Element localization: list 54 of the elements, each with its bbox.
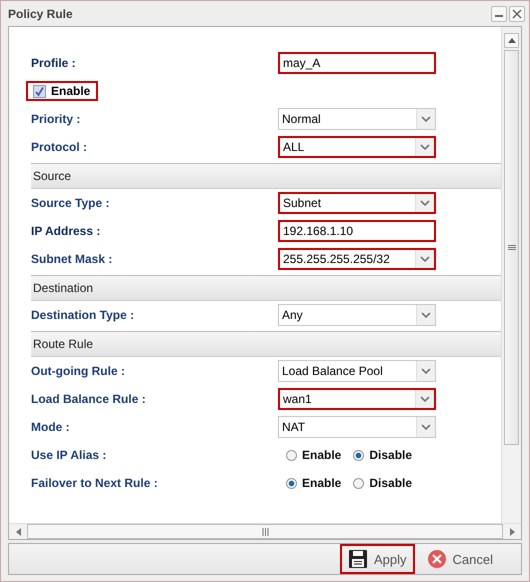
chevron-down-icon [420,200,430,206]
field-label: Protocol : [31,140,88,154]
minimize-button[interactable] [491,6,507,22]
dropdown[interactable]: ALL [278,136,436,158]
radio-option[interactable]: Enable [286,476,342,490]
field-label: Destination Type : [31,308,136,322]
field-label: IP Address : [31,224,102,238]
section-header: Route Rule [31,331,501,357]
radio-option[interactable]: Enable [286,448,342,462]
dropdown[interactable]: Any [278,304,436,326]
field-label: Out-going Rule : [31,364,126,378]
field-label: Load Balance Rule : [31,392,147,406]
window-title: Policy Rule [8,6,73,20]
field-label: Profile : [31,56,77,70]
grip-icon [262,528,268,536]
horizontal-scrollbar[interactable] [9,523,521,539]
field-label: Source Type : [31,196,110,210]
apply-button[interactable]: Apply [340,544,415,574]
field-label: Subnet Mask : [31,252,114,266]
grip-icon [508,244,516,250]
chevron-down-icon [420,396,430,402]
radio-option[interactable]: Disable [353,476,412,490]
dropdown[interactable]: NAT [278,416,436,438]
field-label: Priority : [31,112,82,126]
left-arrow-icon [16,528,20,536]
field-label: Failover to Next Rule : [31,476,159,490]
chevron-down-icon [421,424,431,430]
close-icon [512,8,522,18]
right-arrow-icon [510,528,514,536]
chevron-down-icon [420,256,430,262]
section-header: Source [31,163,501,189]
dropdown[interactable]: Subnet [278,192,436,214]
dropdown[interactable]: wan1 [278,388,436,410]
input-field[interactable]: may_A [278,52,436,74]
radio-option[interactable]: Disable [353,448,412,462]
section-header: Destination [31,275,501,301]
field-label: Use IP Alias : [31,448,108,462]
enable-checkbox[interactable]: Enable [26,81,98,101]
up-arrow-icon [508,38,516,43]
close-button[interactable] [509,6,525,22]
field-label: Mode : [31,420,71,434]
chevron-down-icon [421,116,431,122]
chevron-down-icon [420,144,430,150]
dropdown[interactable]: Normal [278,108,436,130]
dropdown[interactable]: Load Balance Pool [278,360,436,382]
checkmark-icon [34,86,45,96]
cancel-button[interactable]: Cancel [418,544,501,574]
input-field[interactable]: 192.168.1.10 [278,220,436,242]
dropdown[interactable]: 255.255.255.255/32 [278,248,436,270]
chevron-down-icon [421,368,431,374]
minimize-icon [495,15,503,17]
vertical-scrollbar[interactable] [501,27,521,523]
chevron-down-icon [421,312,431,318]
cancel-icon [426,549,447,569]
